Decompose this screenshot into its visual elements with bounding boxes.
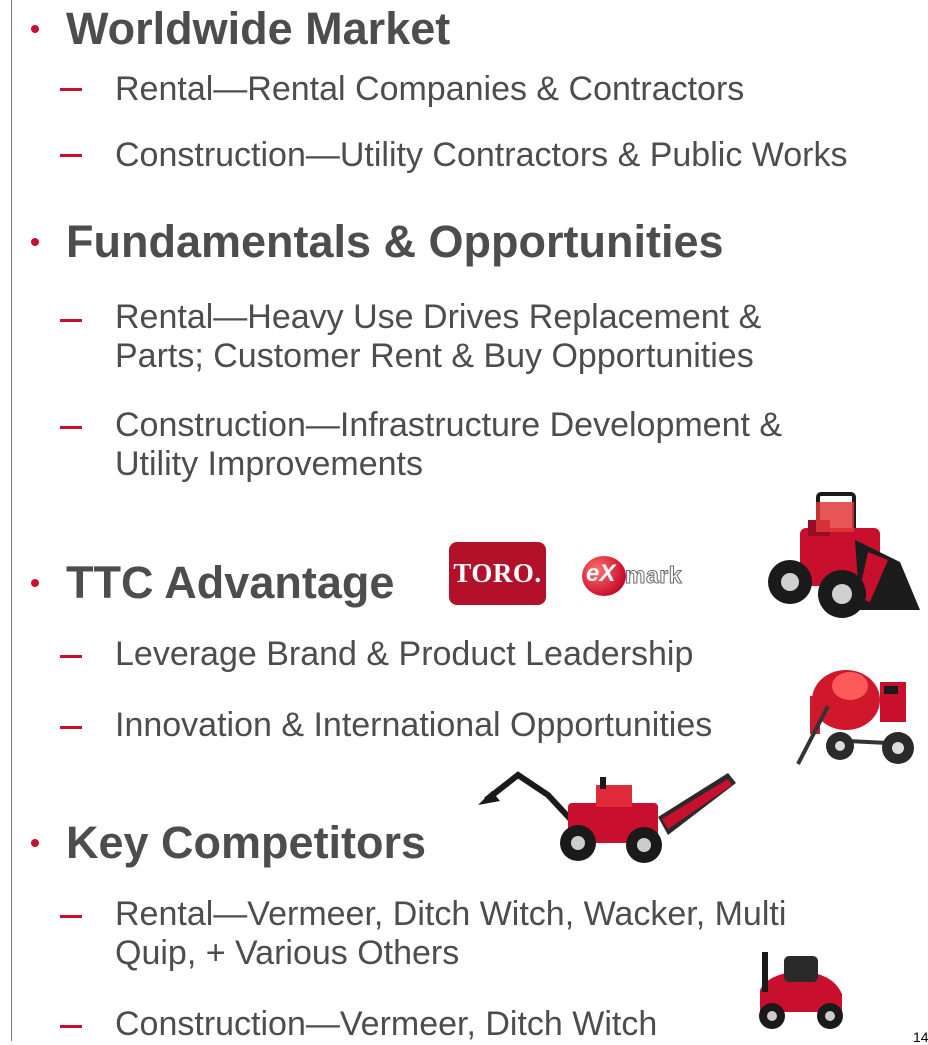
page-number: 14 [913,1029,928,1045]
exmark-logo: eX mark [582,556,707,596]
dash-icon [60,426,82,429]
heading-fundamentals: Fundamentals & Opportunities [66,216,724,267]
dash-icon [60,726,82,729]
item-rental-competitors-line2: Quip, + Various Others [115,934,460,972]
cement-mixer-icon [796,670,914,765]
heading-worldwide-market: Worldwide Market [66,3,451,54]
bullet-icon [28,576,42,590]
lawn-mower-icon [759,952,843,1029]
trencher-backhoe-icon [478,771,736,863]
bullet-icon [28,836,42,850]
slide-left-border [11,0,12,1041]
item-rental-heavy-use-line1: Rental—Heavy Use Drives Replacement & [115,298,762,336]
compact-loader-icon [768,492,920,618]
toro-logo: TORO. [449,542,546,605]
heading-key-competitors: Key Competitors [66,817,427,868]
item-innovation: Innovation & International Opportunities [115,706,713,744]
item-rental-companies: Rental—Rental Companies & Contractors [115,70,745,108]
dash-icon [60,655,82,658]
dash-icon [60,915,82,918]
bullet-icon [28,235,42,249]
item-construction-infra-line2: Utility Improvements [115,445,423,483]
dash-icon [60,154,82,157]
dash-icon [60,1025,82,1028]
dash-icon [60,88,82,91]
item-leverage-brand: Leverage Brand & Product Leadership [115,635,694,673]
item-rental-competitors-line1: Rental—Vermeer, Ditch Witch, Wacker, Mul… [115,895,787,933]
item-construction-infra-line1: Construction—Infrastructure Development … [115,406,783,444]
bullet-icon [28,22,42,36]
item-construction-utility: Construction—Utility Contractors & Publi… [115,136,848,174]
heading-ttc-advantage: TTC Advantage [66,557,395,608]
item-construction-competitors: Construction—Vermeer, Ditch Witch [115,1005,658,1043]
item-rental-heavy-use-line2: Parts; Customer Rent & Buy Opportunities [115,337,754,375]
dash-icon [60,319,82,322]
